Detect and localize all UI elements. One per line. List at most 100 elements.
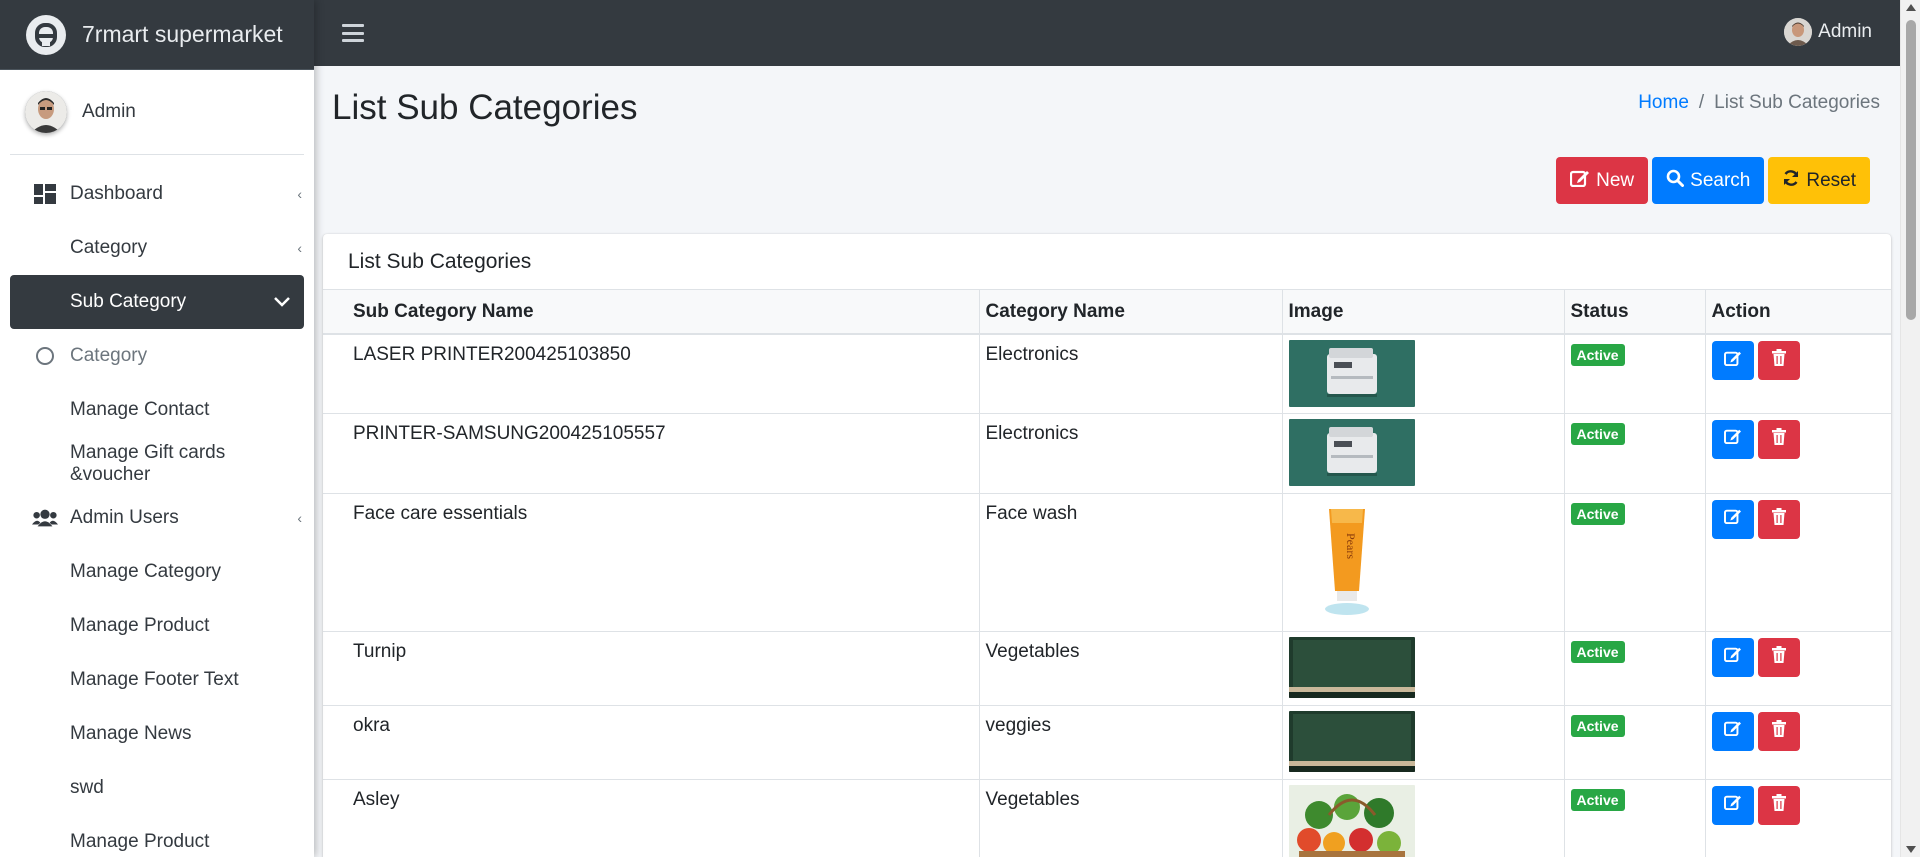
sidebar-item-label: Manage Category [70,561,222,582]
refresh-icon [1782,169,1800,193]
sub-category-name-cell: Turnip [323,631,980,706]
sidebar-item-manage-category[interactable]: Manage Category [10,545,304,599]
category-name-cell: Face wash [979,493,1283,632]
sidebar-item-label: Category [70,237,148,258]
green-board-image [1288,636,1415,698]
edit-icon [1723,720,1742,742]
delete-button[interactable] [1757,341,1800,380]
column-header-category-name[interactable]: Category Name [979,290,1283,335]
edit-icon [1570,169,1590,193]
sidebar-item-label: Manage Gift cards &voucher [70,442,226,485]
action-cell [1705,631,1891,706]
sidebar-item-manage-footer-text[interactable]: Manage Footer Text [10,653,304,707]
reset-button[interactable]: Reset [1768,157,1870,204]
svg-text:Pears: Pears [1344,533,1358,559]
new-button[interactable]: New [1556,157,1649,204]
sidebar-item-swd[interactable]: swd [10,761,304,815]
chevron-down-icon [274,294,290,310]
status-badge: Active [1570,714,1625,737]
face-wash-image: Pears [1288,498,1415,623]
status-badge: Active [1570,422,1625,445]
avatar [1784,18,1813,46]
trash-icon [1771,645,1786,669]
action-buttons: New Search Reset [1556,157,1870,204]
sidebar-item-sub-category[interactable]: Sub Category [10,275,304,329]
sidebar-item-admin-users[interactable]: Admin Users ‹ [10,491,304,545]
edit-icon [1723,508,1742,530]
edit-button[interactable] [1711,785,1754,825]
sub-categories-table: Sub Category Name Category Name Image St… [323,290,1891,857]
image-cell [1282,705,1565,780]
sidebar-item-category-sub[interactable]: Category [10,329,304,383]
delete-button[interactable] [1757,711,1800,751]
action-cell [1705,779,1891,857]
sidebar-item-category[interactable]: Category ‹ [10,221,304,275]
edit-button[interactable] [1711,419,1754,459]
table-row: okra veggies Active [323,705,1891,780]
edit-icon [1723,794,1742,816]
top-user-menu[interactable]: Admin [1784,18,1872,46]
status-badge: Active [1570,788,1625,811]
image-cell [1282,334,1565,414]
search-button-label: Search [1690,169,1751,191]
edit-button[interactable] [1711,499,1754,539]
edit-button[interactable] [1711,711,1754,751]
image-cell: Pears [1282,493,1565,632]
column-header-image[interactable]: Image [1282,290,1565,335]
trash-icon [1771,793,1786,817]
table-row: Turnip Vegetables Active [323,631,1891,706]
scroll-down-arrow-icon[interactable] [1906,846,1916,853]
delete-button[interactable] [1757,637,1800,677]
edit-button[interactable] [1711,341,1754,380]
sidebar-item-label: Manage News [70,723,192,744]
sub-category-name-cell: PRINTER-SAMSUNG200425105557 [323,413,980,494]
brand-link[interactable]: 7rmart supermarket [0,0,314,70]
trash-icon [1771,427,1786,451]
category-name-cell: Vegetables [979,779,1283,857]
users-icon [32,505,58,531]
status-cell: Active [1564,779,1706,857]
sidebar-nav: Dashboard ‹ Category ‹ Sub Category Cate… [0,155,314,857]
status-cell: Active [1564,413,1706,494]
delete-button[interactable] [1757,785,1800,825]
delete-button[interactable] [1757,419,1800,459]
column-header-sub-category-name[interactable]: Sub Category Name [323,290,980,335]
sub-categories-card: List Sub Categories Sub Category Name Ca… [323,234,1891,857]
scroll-up-arrow-icon[interactable] [1906,4,1916,11]
sidebar-item-manage-contact[interactable]: Manage Contact [10,383,304,437]
sidebar-item-dashboard[interactable]: Dashboard ‹ [10,167,304,221]
sidebar-item-manage-product-2[interactable]: Manage Product [10,815,304,857]
user-panel[interactable]: Admin [10,70,304,155]
main-content: List Sub Categories Home / List Sub Catego… [314,66,1900,857]
sidebar-item-label: Manage Product [70,615,210,636]
edit-button[interactable] [1711,637,1754,677]
status-badge: Active [1570,344,1625,366]
printer-image [1288,340,1415,407]
breadcrumb-home-link[interactable]: Home [1638,92,1689,113]
hamburger-menu-icon[interactable] [342,24,364,42]
category-name-cell: Electronics [979,334,1283,414]
action-cell [1705,705,1891,780]
page-title: List Sub Categories [332,88,638,127]
sidebar: 7rmart supermarket Admin Dashboard ‹ Cat… [0,0,314,857]
sidebar-item-label: Dashboard [70,183,163,204]
action-cell [1705,334,1891,414]
page-scrollbar[interactable] [1900,0,1920,857]
sidebar-item-label: Category [70,345,148,366]
table-row: Asley Vegetables Active [323,779,1891,857]
sidebar-item-manage-gift-cards[interactable]: Manage Gift cards &voucher [10,437,304,491]
delete-button[interactable] [1757,499,1800,539]
action-cell [1705,413,1891,494]
scrollbar-thumb[interactable] [1906,20,1916,320]
column-header-action[interactable]: Action [1705,290,1891,335]
image-cell [1282,413,1565,494]
search-button[interactable]: Search [1652,157,1765,204]
edit-icon [1723,428,1742,450]
sidebar-item-label: Sub Category [70,291,187,312]
action-cell [1705,493,1891,632]
sub-category-name-cell: LASER PRINTER200425103850 [323,334,980,414]
column-header-status[interactable]: Status [1564,290,1706,335]
sidebar-item-manage-news[interactable]: Manage News [10,707,304,761]
category-name-cell: veggies [979,705,1283,780]
sidebar-item-manage-product[interactable]: Manage Product [10,599,304,653]
